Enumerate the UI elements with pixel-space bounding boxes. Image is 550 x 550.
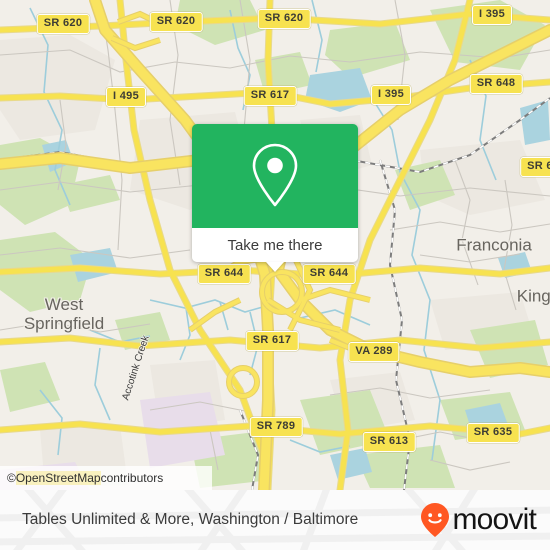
map-pin-icon: [252, 143, 298, 207]
screenshot-root: SR 620 SR 620 SR 620 I 395 SR 648 SR 617 I 395…: [0, 0, 550, 550]
road-shield-label: SR 644: [197, 264, 251, 284]
popup-header: [192, 124, 358, 228]
location-popup[interactable]: Take me there: [192, 124, 358, 272]
road-shield-label: SR 635: [466, 423, 520, 443]
popup-footer[interactable]: Take me there: [192, 228, 358, 272]
road-shield-label: SR 648: [469, 74, 523, 94]
footer-bar: Tables Unlimited & More, Washington / Ba…: [0, 490, 550, 550]
openstreetmap-link[interactable]: OpenStreetMap: [15, 471, 101, 485]
road-shield-label: SR 617: [243, 86, 297, 106]
road-shield-label: SR 617: [245, 331, 299, 351]
road-shield-label: SR 789: [249, 417, 303, 437]
road-shield-label: VA 289: [348, 342, 400, 362]
popup-tail: [266, 262, 284, 272]
road-shield-label: I 495: [106, 87, 146, 107]
moovit-brand[interactable]: moovit: [420, 490, 537, 550]
moovit-pin-icon: [421, 503, 450, 537]
road-shield-label: I 395: [472, 5, 512, 25]
road-shield-label: SR 620: [149, 12, 203, 32]
map-canvas[interactable]: SR 620 SR 620 SR 620 I 395 SR 648 SR 617 I 395…: [0, 0, 550, 490]
attribution-bar: © OpenStreetMap contributors: [0, 466, 212, 490]
road-shield-label: SR 613: [362, 432, 416, 452]
attribution-prefix: ©: [7, 471, 16, 485]
take-me-there-label: Take me there: [227, 236, 323, 254]
footer-caption: Tables Unlimited & More, Washington / Ba…: [22, 511, 359, 528]
road-shield-label: I 395: [371, 85, 411, 105]
road-shield-label: SR 620: [36, 14, 90, 34]
road-shield-label: SR 620: [257, 9, 311, 29]
road-shield-label: SR 644: [302, 264, 356, 284]
road-shield-label: SR 6: [520, 157, 550, 177]
attribution-suffix: contributors: [100, 471, 164, 485]
moovit-wordmark: moovit: [452, 503, 536, 536]
